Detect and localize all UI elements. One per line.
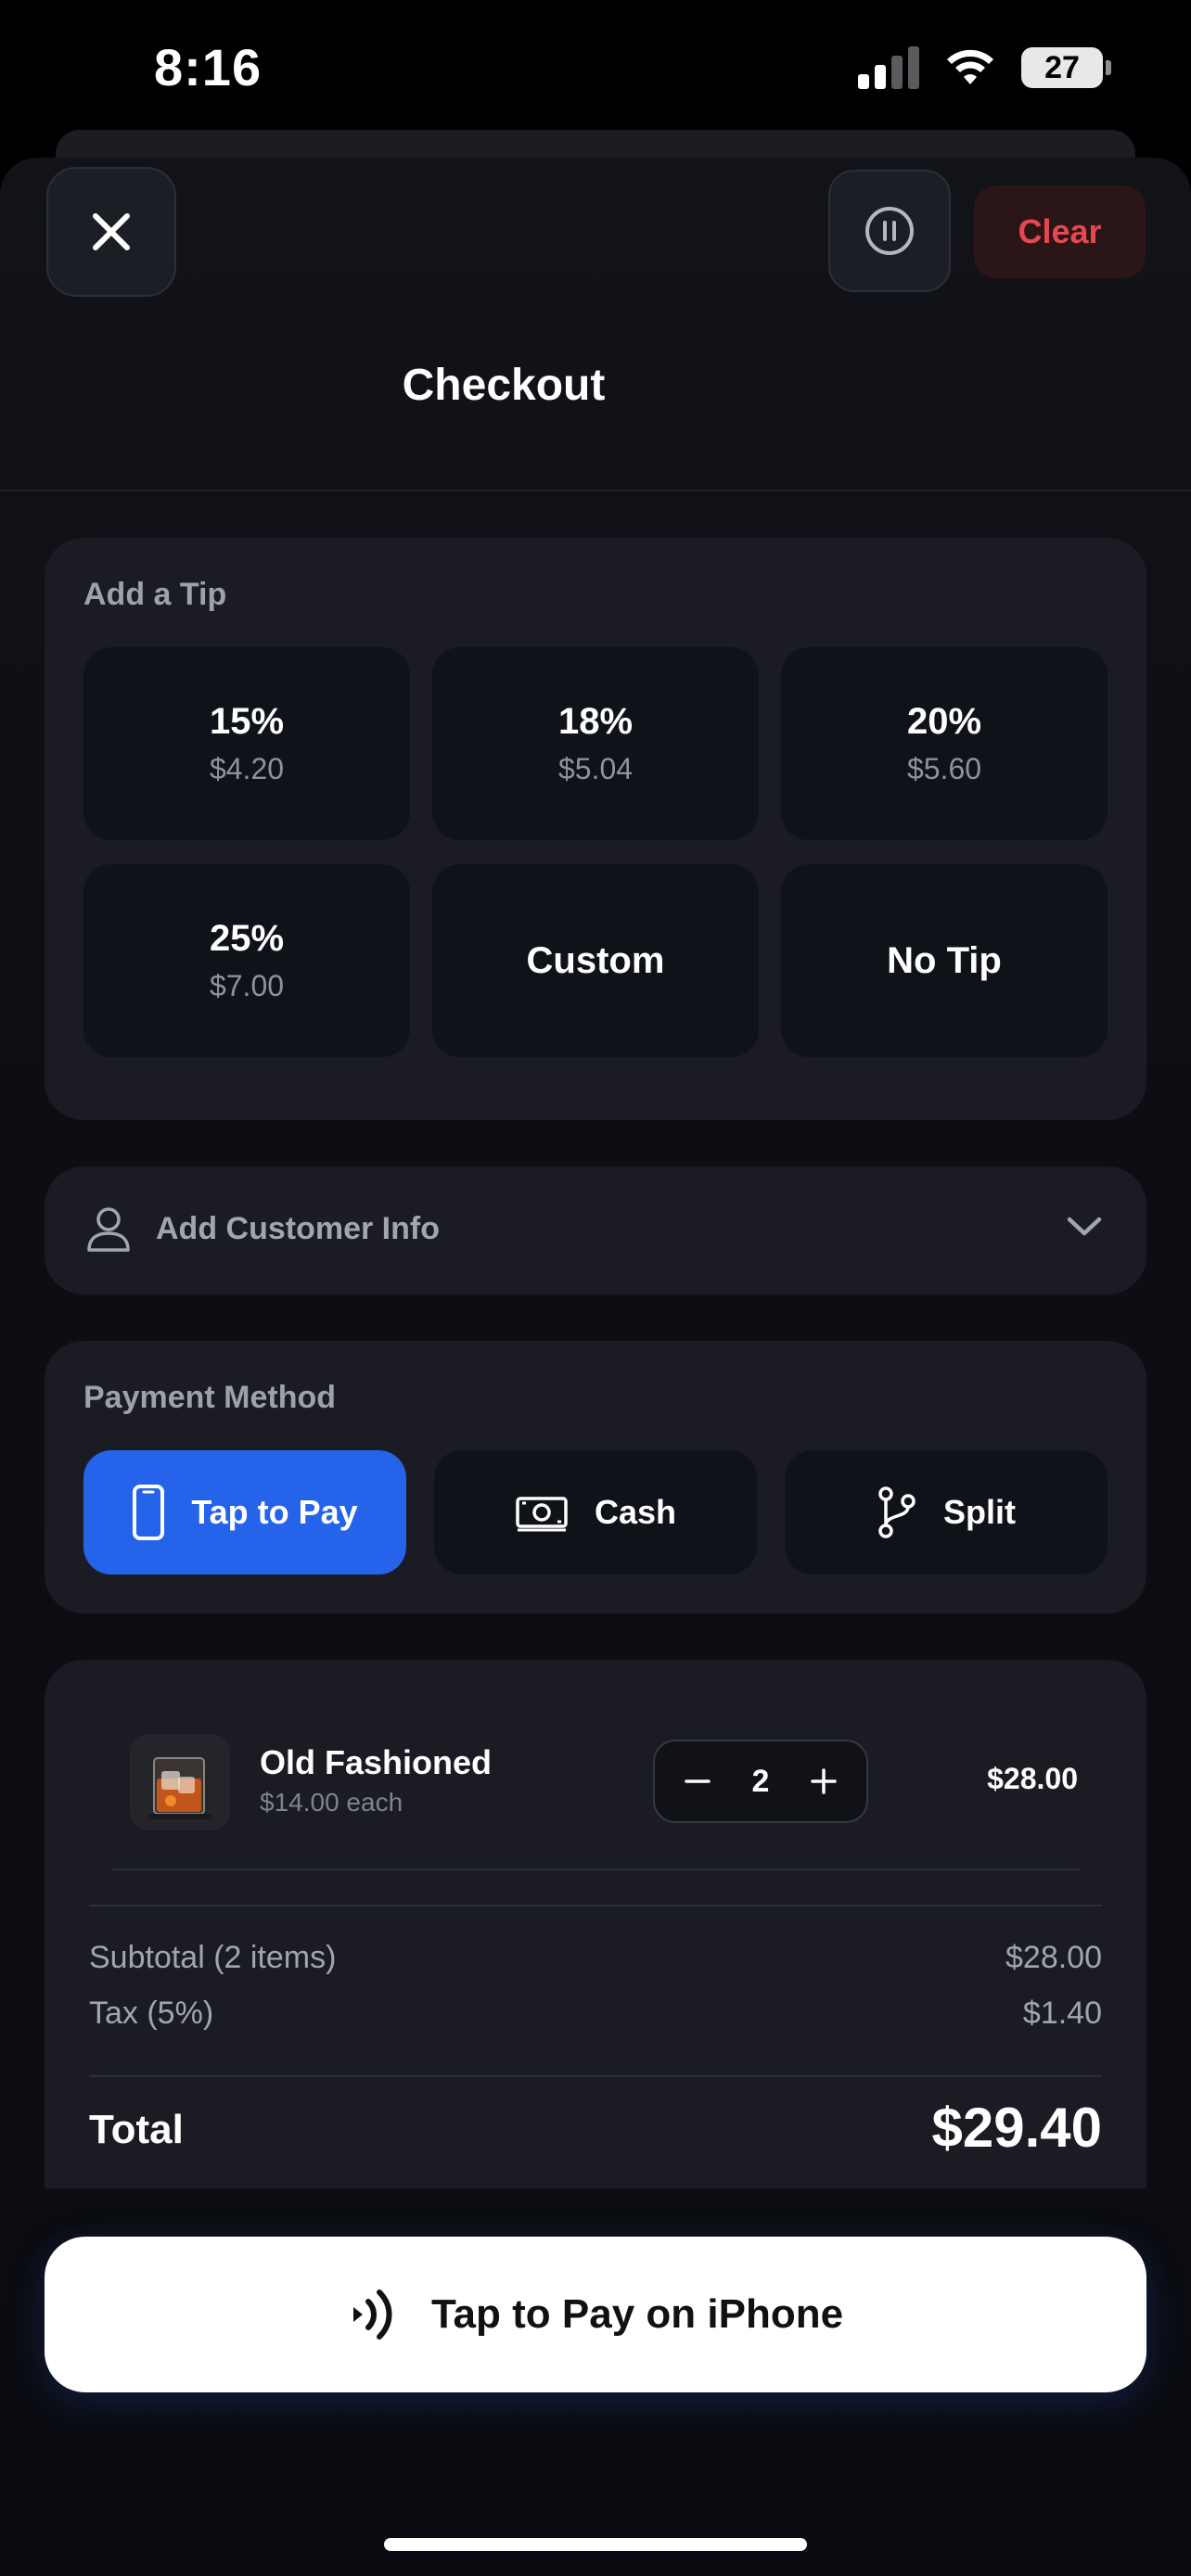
tip-percent: 20% xyxy=(906,701,982,742)
item-thumbnail xyxy=(130,1734,230,1830)
home-indicator[interactable] xyxy=(384,2538,807,2551)
divider xyxy=(111,1868,1080,1870)
tax-value: $1.40 xyxy=(1022,1996,1102,2031)
plus-icon[interactable] xyxy=(809,1766,839,1796)
customer-info-label: Add Customer Info xyxy=(156,1211,440,1246)
close-button[interactable] xyxy=(46,167,176,297)
customer-info-toggle[interactable]: Add Customer Info xyxy=(45,1167,1146,1294)
tip-option-18[interactable]: 18% $5.04 xyxy=(432,647,759,840)
divider xyxy=(89,1905,1102,1906)
tip-percent: 15% xyxy=(209,701,285,742)
order-summary-card: Old Fashioned $14.00 each 2 $28.00 Subto… xyxy=(45,1660,1146,2188)
payment-label: Cash xyxy=(594,1493,677,1531)
minus-icon[interactable] xyxy=(683,1766,712,1796)
drink-image-icon xyxy=(130,1734,230,1830)
checkout-screen: 8:16 27 Checkout Clear Add a Tip 15% $4.… xyxy=(0,0,1191,2576)
item-unit-price: $14.00 each xyxy=(260,1788,403,1817)
pause-icon xyxy=(865,207,914,255)
tax-label: Tax (5%) xyxy=(89,1996,214,2031)
tip-amount: $4.20 xyxy=(209,752,285,785)
subtotal-label: Subtotal (2 items) xyxy=(89,1940,337,1975)
split-icon xyxy=(878,1486,916,1538)
tip-amount: $5.60 xyxy=(906,752,982,785)
item-line-total: $28.00 xyxy=(987,1762,1078,1795)
total-label: Total xyxy=(89,2107,184,2152)
pause-button[interactable] xyxy=(828,170,951,292)
subtotal-value: $28.00 xyxy=(1005,1940,1102,1975)
item-name: Old Fashioned xyxy=(260,1743,493,1781)
payment-options: Tap to Pay Cash Split xyxy=(83,1450,1108,1575)
quantity-value: 2 xyxy=(751,1763,770,1799)
tip-section-label: Add a Tip xyxy=(83,577,227,612)
tip-card: Add a Tip 15% $4.20 18% $5.04 20% $5.60 … xyxy=(45,538,1146,1120)
quantity-stepper: 2 xyxy=(653,1740,868,1823)
tax-row: Tax (5%) $1.40 xyxy=(89,1996,1102,2032)
person-icon xyxy=(87,1207,130,1252)
payment-split-button[interactable]: Split xyxy=(785,1450,1108,1575)
status-bar: 8:16 27 xyxy=(0,0,1191,139)
contactless-icon xyxy=(352,2289,392,2340)
cash-icon xyxy=(516,1497,568,1532)
battery-icon: 27 xyxy=(1021,47,1111,88)
tip-option-20[interactable]: 20% $5.60 xyxy=(781,647,1108,840)
battery-level: 27 xyxy=(1044,49,1080,85)
tap-to-pay-label: Tap to Pay on iPhone xyxy=(430,2291,844,2337)
wifi-icon xyxy=(947,49,993,84)
payment-method-card: Payment Method Tap to Pay Cash Split xyxy=(45,1341,1146,1613)
tip-amount: $5.04 xyxy=(557,752,634,785)
total-value: $29.40 xyxy=(931,2097,1102,2159)
divider xyxy=(89,2075,1102,2077)
payment-cash-button[interactable]: Cash xyxy=(434,1450,757,1575)
status-indicators: 27 xyxy=(858,45,1111,91)
tip-none-label: No Tip xyxy=(887,939,1002,981)
phone-icon xyxy=(133,1485,165,1540)
payment-tap-to-pay-button[interactable]: Tap to Pay xyxy=(83,1450,406,1575)
tip-option-15[interactable]: 15% $4.20 xyxy=(83,647,410,840)
payment-label: Split xyxy=(943,1493,1016,1531)
page-title: Checkout xyxy=(402,361,606,410)
payment-section-label: Payment Method xyxy=(83,1380,337,1415)
tip-percent: 25% xyxy=(209,918,285,959)
tip-option-custom[interactable]: Custom xyxy=(432,864,759,1057)
close-icon xyxy=(93,213,130,250)
status-time: 8:16 xyxy=(154,38,263,96)
chevron-down-icon xyxy=(1067,1217,1102,1236)
tip-percent: 18% xyxy=(557,701,634,742)
tip-custom-label: Custom xyxy=(526,939,665,981)
cellular-signal-icon xyxy=(858,46,919,89)
tip-options: 15% $4.20 18% $5.04 20% $5.60 25% $7.00 … xyxy=(83,647,1108,1057)
tip-option-none[interactable]: No Tip xyxy=(781,864,1108,1057)
tip-option-25[interactable]: 25% $7.00 xyxy=(83,864,410,1057)
payment-label: Tap to Pay xyxy=(191,1493,358,1531)
order-item-row: Old Fashioned $14.00 each 2 $28.00 xyxy=(109,1734,1083,1836)
tip-amount: $7.00 xyxy=(209,969,285,1002)
subtotal-row: Subtotal (2 items) $28.00 xyxy=(89,1940,1102,1976)
tap-to-pay-button[interactable]: Tap to Pay on iPhone xyxy=(45,2237,1146,2392)
clear-button[interactable]: Clear xyxy=(974,185,1146,278)
